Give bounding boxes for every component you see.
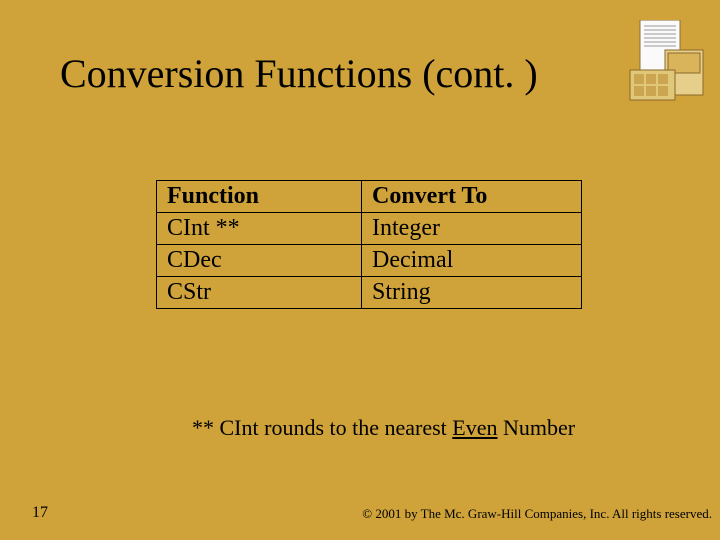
slide-title: Conversion Functions (cont. ) (60, 50, 538, 97)
footnote-suffix: Number (498, 415, 576, 440)
cell-convert-to: Integer (362, 213, 582, 245)
conversion-table: Function Convert To CInt ** Integer CDec… (156, 180, 582, 309)
page-number: 17 (32, 504, 48, 522)
cell-function: CDec (157, 245, 362, 277)
cell-function: CStr (157, 277, 362, 309)
footnote: ** CInt rounds to the nearest Even Numbe… (192, 415, 575, 441)
table-row: CInt ** Integer (157, 213, 582, 245)
table-row: CDec Decimal (157, 245, 582, 277)
corner-decoration (610, 20, 710, 110)
cell-function: CInt ** (157, 213, 362, 245)
table-row: CStr String (157, 277, 582, 309)
cell-convert-to: String (362, 277, 582, 309)
table-header-row: Function Convert To (157, 181, 582, 213)
slide: Conversion Functions (cont. ) Function C… (0, 0, 720, 540)
cell-convert-to: Decimal (362, 245, 582, 277)
footnote-underlined: Even (452, 415, 497, 440)
header-function: Function (157, 181, 362, 213)
computer-icon (610, 20, 710, 110)
header-convert-to: Convert To (362, 181, 582, 213)
copyright: © 2001 by The Mc. Graw-Hill Companies, I… (362, 506, 712, 522)
footnote-prefix: ** CInt rounds to the nearest (192, 415, 452, 440)
